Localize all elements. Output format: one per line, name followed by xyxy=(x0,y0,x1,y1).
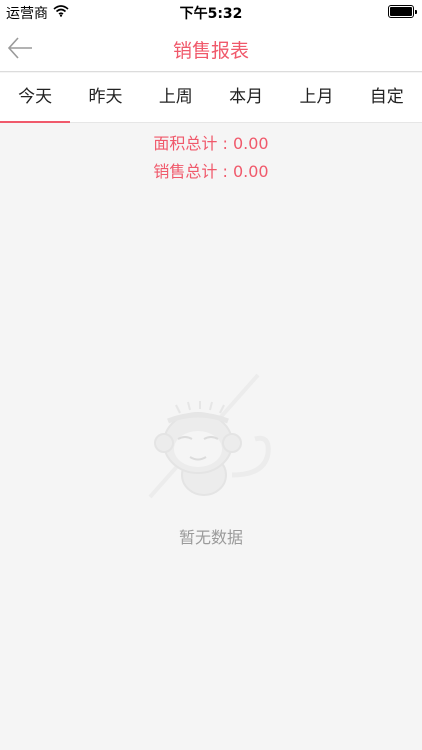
tab-last-month[interactable]: 上月 xyxy=(281,73,351,122)
sales-total: 销售总计 : 0.00 xyxy=(153,162,269,181)
summary-panel: 面积总计 : 0.00 销售总计 : 0.00 xyxy=(0,130,422,186)
empty-state-text: 暂无数据 xyxy=(178,528,243,547)
period-tabs: 今天 昨天 上周 本月 上月 自定 xyxy=(0,73,422,123)
status-time: 下午5:32 xyxy=(179,6,243,22)
mascot-icon xyxy=(148,373,271,499)
battery-icon xyxy=(388,5,417,18)
empty-state-illustration xyxy=(140,365,280,505)
tab-custom[interactable]: 自定 xyxy=(352,73,422,122)
area-total: 面积总计 : 0.00 xyxy=(153,134,269,153)
tab-today[interactable]: 今天 xyxy=(0,73,71,123)
tab-last-week[interactable]: 上周 xyxy=(141,73,211,122)
status-bar: 运营商 下午5:32 xyxy=(0,0,422,24)
page-title: 销售报表 xyxy=(172,40,249,62)
navigation-bar: 销售报表 xyxy=(0,24,422,72)
tab-yesterday[interactable]: 昨天 xyxy=(70,73,140,122)
tab-this-month[interactable]: 本月 xyxy=(211,73,281,122)
